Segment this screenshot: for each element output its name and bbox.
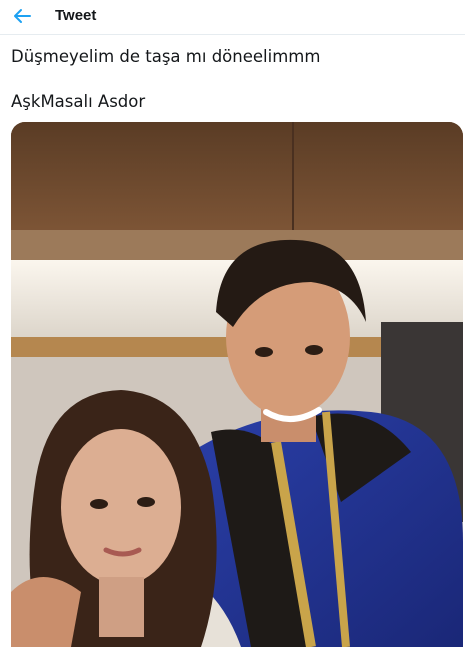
photo-illustration	[11, 122, 463, 647]
page-title: Tweet	[55, 7, 97, 24]
top-bar: Tweet	[0, 0, 465, 35]
arrow-left-icon[interactable]	[13, 8, 31, 24]
tweet-text-line: Düşmeyelim de taşa mı döneelimmm	[11, 47, 321, 66]
tweet-text-line: AşkMasalı Asdor	[11, 92, 146, 111]
tweet-photo[interactable]	[11, 122, 463, 647]
